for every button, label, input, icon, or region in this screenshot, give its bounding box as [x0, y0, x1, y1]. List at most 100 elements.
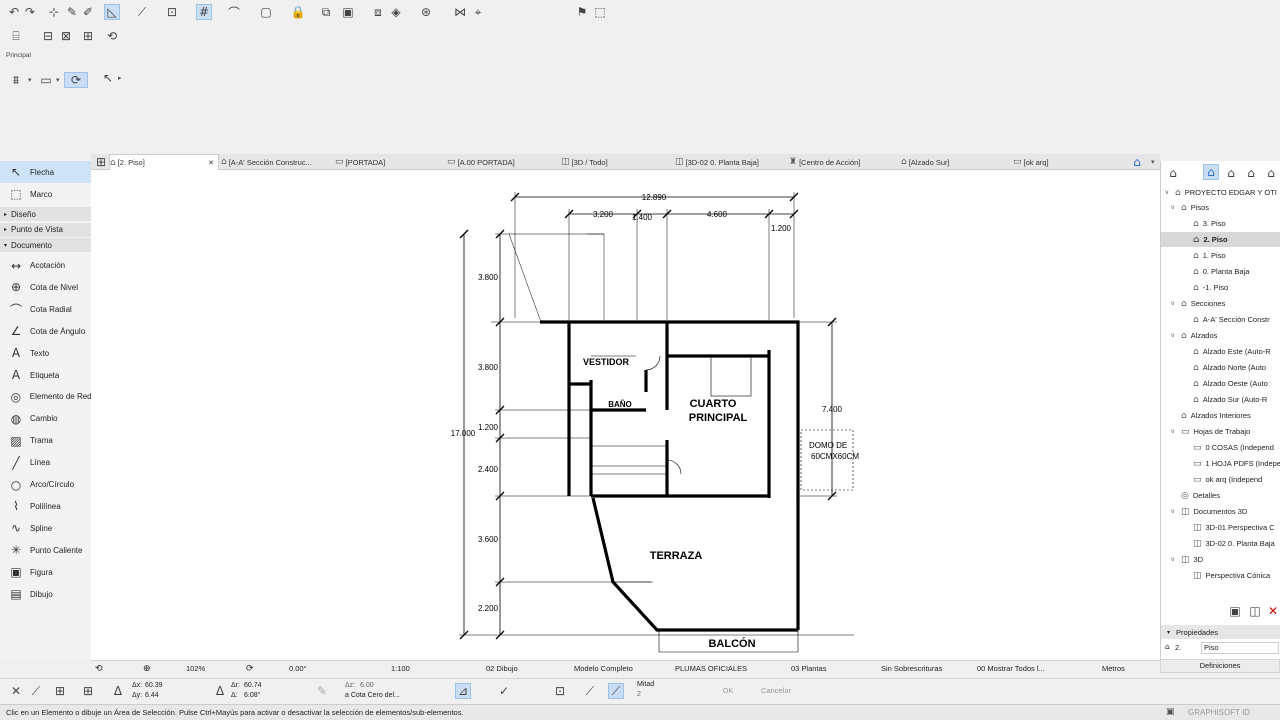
toolbox-group-1[interactable]: ▸ Punto de Vista: [0, 222, 91, 237]
figure-tool[interactable]: ▣ Figura: [0, 561, 91, 583]
navigator-item[interactable]: ⌂ Alzado Sur (Auto-R: [1161, 392, 1280, 407]
navigator-item[interactable]: ⌂ 1. Piso: [1161, 248, 1280, 263]
navigator-item[interactable]: v ⌂ Alzados: [1161, 328, 1280, 343]
label-tool[interactable]: A Etiqueta: [0, 364, 91, 386]
ok-button[interactable]: OK: [712, 686, 744, 695]
layer-combo[interactable]: 03 Plantas: [791, 664, 826, 673]
grid-element-tool[interactable]: ◎ Elemento de Red: [0, 386, 91, 408]
change-tool[interactable]: ◍ Cambio: [0, 408, 91, 430]
arrow-tool[interactable]: ↖ Flecha: [0, 161, 91, 183]
navigator-item[interactable]: ⌂ Alzado Oeste (Auto: [1161, 376, 1280, 391]
pen-set-combo[interactable]: PLUMAS OFICIALES: [675, 664, 747, 673]
pick-up-icon[interactable]: ⊹: [46, 4, 62, 20]
close-tab-icon[interactable]: ✕: [208, 159, 214, 167]
hotspot-tool[interactable]: ✳ Punto Caliente: [0, 539, 91, 561]
elevation-icon[interactable]: ⌖: [470, 4, 486, 20]
dimension-tool[interactable]: ↔ Acotación: [0, 255, 91, 277]
new-view-icon[interactable]: ▣: [1227, 603, 1243, 619]
rotate-method-icon[interactable]: ⟳: [64, 72, 88, 88]
tab-view-0[interactable]: ⌂ [2. Piso] ✕: [109, 154, 219, 170]
y-value[interactable]: 6.44: [145, 692, 159, 699]
navigator-item[interactable]: ▭ 0 COSAS (Independ: [1161, 440, 1280, 455]
tab-view-1[interactable]: ⌂ [A-A' Sección Construc...: [221, 154, 333, 170]
tab-view-5[interactable]: ◫ [3D-02 0. Planta Baja]: [675, 154, 787, 170]
flag-icon[interactable]: ⚑: [574, 4, 590, 20]
navigator-item[interactable]: ⌂ Alzado Este (Auto-R: [1161, 344, 1280, 359]
tab-view-3[interactable]: ▭ [A.00 PORTADA]: [447, 154, 559, 170]
brand-label[interactable]: GRAPHISOFT ID: [1188, 708, 1250, 717]
navigator-item[interactable]: ⌂ A-A' Sección Constr: [1161, 312, 1280, 327]
navigator-project-root[interactable]: v ⌂ PROYECTO EDGAR Y OTI: [1165, 185, 1280, 200]
snap-icon[interactable]: ⊿: [455, 683, 471, 699]
snap-label[interactable]: Mitad: [637, 681, 654, 688]
renovation-icon[interactable]: ⊠: [58, 28, 74, 44]
chevron-down-icon[interactable]: ▾: [1151, 158, 1155, 166]
drafting-aids-icon[interactable]: ⌒: [226, 4, 242, 20]
toolbox-group-0[interactable]: ▸ Diseño: [0, 207, 91, 221]
layer-icon[interactable]: ⧉: [318, 4, 334, 20]
model-view-combo[interactable]: Modelo Completo: [574, 664, 633, 673]
tab-overview-icon[interactable]: ⊞: [93, 154, 109, 170]
relative-icon[interactable]: ⊞: [52, 683, 68, 699]
line-tool[interactable]: ╱ Línea: [0, 452, 91, 474]
navigator-item[interactable]: ▭ ok arq (Independ: [1161, 472, 1280, 487]
redo-icon[interactable]: ↷: [22, 4, 38, 20]
properties-header[interactable]: ▾ Propiedades: [1161, 625, 1280, 639]
navigator-item[interactable]: ⌂ Alzados Interiores: [1161, 408, 1280, 423]
undo-icon[interactable]: ↶: [6, 4, 22, 20]
inject-icon[interactable]: ✐: [80, 4, 96, 20]
rectangle-method-icon[interactable]: ▭: [38, 72, 54, 88]
snap-value[interactable]: 2: [637, 691, 641, 698]
reference-value[interactable]: a Cota Cero del...: [345, 692, 400, 699]
spline-tool[interactable]: ∿ Spline: [0, 517, 91, 539]
snap-point-icon[interactable]: ⟋: [582, 683, 598, 699]
project-map-icon[interactable]: ⌂: [1165, 165, 1181, 181]
rotate-icon[interactable]: ⟳: [246, 664, 254, 674]
navigator-item[interactable]: ⌂ -1. Piso: [1161, 280, 1280, 295]
expand-icon[interactable]: v: [1171, 508, 1181, 515]
guide-lines-icon[interactable]: ◺: [104, 4, 120, 20]
chevron-down-icon[interactable]: ▾: [56, 76, 60, 84]
toolbox-group-2[interactable]: ▾ Documento: [0, 238, 91, 252]
navigator-item[interactable]: ◫ 3D-02 0. Planta Baja: [1161, 536, 1280, 551]
navigator-item[interactable]: v ◫ 3D: [1161, 552, 1280, 567]
zoom-icon[interactable]: ⊕: [143, 664, 151, 674]
expand-icon[interactable]: v: [1165, 189, 1175, 196]
expand-icon[interactable]: v: [1171, 300, 1181, 307]
delete-icon[interactable]: ✕: [1265, 603, 1280, 619]
chevron-right-icon[interactable]: ▸: [118, 74, 122, 82]
section-icon[interactable]: ⋈: [452, 4, 468, 20]
zoom-value[interactable]: 102%: [186, 664, 205, 673]
expand-icon[interactable]: v: [1171, 332, 1181, 339]
navigator-item[interactable]: ▭ 1 HOJA PDFS (Indepe: [1161, 456, 1280, 471]
expand-icon[interactable]: v: [1171, 428, 1181, 435]
floor-plan-drawing[interactable]: 12.890 3.200 1.400 4.600 1.200 3.800 3.800 1.20…: [91, 170, 1160, 660]
expand-icon[interactable]: v: [1171, 204, 1181, 211]
navigator-item[interactable]: ◫ Perspectiva Cónica: [1161, 568, 1280, 583]
text-tool[interactable]: A Texto: [0, 342, 91, 364]
plan-icon[interactable]: ⊟: [40, 28, 56, 44]
organizer-icon[interactable]: ⌂: [1263, 165, 1279, 181]
properties-icon[interactable]: ⟲: [104, 28, 120, 44]
tab-view-2[interactable]: ▭ [PORTADA]: [335, 154, 445, 170]
x-value[interactable]: 60.39: [145, 682, 163, 689]
publisher-icon[interactable]: ⌂: [1243, 165, 1259, 181]
level-dimension-tool[interactable]: ⊕ Cota de Nivel: [0, 276, 91, 298]
tab-menu-icon[interactable]: ⌂: [1129, 154, 1145, 170]
marquee-icon[interactable]: ⬚: [592, 4, 608, 20]
tab-view-6[interactable]: ♜ [Centro de Acción]: [789, 154, 899, 170]
z-value[interactable]: 6.00: [360, 682, 374, 689]
geometry-method-icon[interactable]: ⩩: [8, 72, 24, 88]
selection-icon[interactable]: ▢: [258, 4, 274, 20]
navigator-item[interactable]: ⌂ 0. Planta Baja: [1161, 264, 1280, 279]
drawing-tool[interactable]: ▤ Dibujo: [0, 583, 91, 605]
definitions-button[interactable]: Definiciones: [1160, 659, 1280, 673]
arc-tool[interactable]: ○ Arco/Círculo: [0, 474, 91, 496]
a-value[interactable]: 6.08°: [244, 692, 260, 699]
units-combo[interactable]: Metros: [1102, 664, 1125, 673]
navigator-item[interactable]: ◫ 3D-01 Perspectiva C: [1161, 520, 1280, 535]
gravity-icon[interactable]: ⊡: [164, 4, 180, 20]
graphisoft-id-icon[interactable]: ▣: [1166, 707, 1175, 717]
drawing-canvas[interactable]: 12.890 3.200 1.400 4.600 1.200 3.800 3.800 1.20…: [91, 170, 1160, 660]
navigator-item[interactable]: ⌂ 2. Piso: [1161, 232, 1280, 247]
